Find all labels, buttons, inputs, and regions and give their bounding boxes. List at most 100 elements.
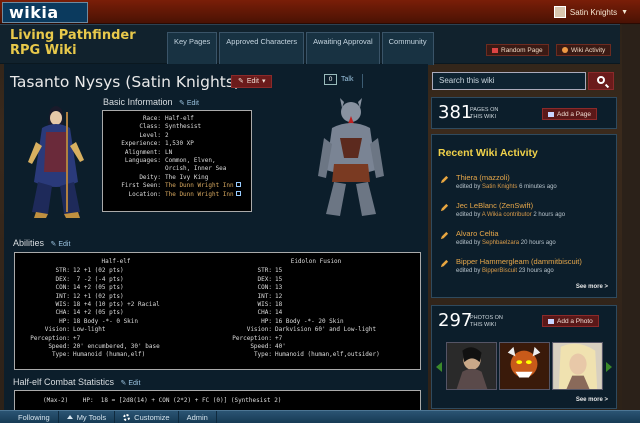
photo-thumbnail[interactable] [499,342,550,390]
stat-value: 12 +1 (02 pts) [73,292,124,300]
page-gutter [622,24,640,410]
stat-value: +7 [275,334,283,342]
photo-thumbnail[interactable] [552,342,603,390]
search-input[interactable]: Search this wiki [432,72,586,90]
stat-row: CHA: 14 [213,309,419,317]
activity-item: Thiera (mazzoli) edited by Satin Knights … [440,173,614,197]
info-row: Class: Synthesist [109,123,245,131]
activity-by: edited by [456,240,481,246]
stat-row: DEX: 15 [213,276,419,284]
activity-meta: edited by Satin Knights 6 minutes ago [456,184,557,190]
info-value: LN [165,148,173,156]
see-more-photos-link[interactable]: See more > [576,397,608,403]
random-page-button[interactable]: Random Page [486,44,549,56]
first-seen-link[interactable]: The Dunn Wright Inn [165,182,234,190]
stat-row: HP: 16 Body -*- 20 Skin [213,318,419,326]
eidolon-portrait-image [318,98,384,216]
combat-edit-link[interactable]: ✎ Edit [121,380,141,387]
stat-key: WIS: [257,301,272,309]
activity-user-link[interactable]: A Wikia contributor [482,212,532,218]
photo-thumbnail[interactable] [446,342,497,390]
info-key: Class: [139,123,161,131]
activity-user-link[interactable]: Sephbaelzara [482,240,519,246]
location-link[interactable]: The Dunn Wright Inn [165,191,234,199]
customize-button[interactable]: Customize [115,410,179,423]
pencil-icon [440,231,449,240]
chevron-up-icon [66,415,73,419]
abilities-heading-text: Abilities [13,238,45,248]
info-key: Level: [139,131,161,139]
activity-item: Bipper Hammergleam (dammitbiscuit) edited… [440,257,614,281]
stat-key: Perception: [30,334,70,342]
activity-user-link[interactable]: BipperBiscuit [482,268,517,274]
customize-label: Customize [134,412,170,422]
info-key: First Seen: [121,182,161,190]
edit-link-label[interactable]: Edit [128,380,140,387]
wikia-logo[interactable]: wikia [2,2,88,23]
avatar[interactable] [553,6,566,18]
edit-button[interactable]: ✎ Edit ▾ [231,75,273,88]
abilities-edit-link[interactable]: ✎ Edit [51,241,71,248]
activity-time: 2 hours ago [533,212,566,218]
stat-value: 18 [275,301,283,309]
chevron-down-icon[interactable]: ▾ [262,76,266,88]
activity-meta: edited by BipperBiscuit 23 hours ago [456,268,554,274]
talk-button[interactable]: 0 Talk [324,74,353,85]
basic-info-heading: Basic Information ✎ Edit [103,97,199,107]
stat-row: WIS: 18 [213,301,419,309]
activity-by: edited by [456,184,481,190]
info-key: Race: [142,115,161,122]
admin-button[interactable]: Admin [179,410,217,423]
user-menu[interactable]: Satin Knights ▼ [553,4,628,20]
tab-community[interactable]: Community [381,32,434,65]
divider [362,74,363,88]
my-tools-button[interactable]: My Tools [59,410,116,423]
admin-label: Admin [186,412,208,422]
recent-activity-module: Recent Wiki Activity Thiera (mazzoli) edi… [431,134,617,298]
stat-row: Speed: 40' [213,343,419,351]
pages-caption: PAGES ON THIS WIKI [470,107,498,120]
activity-title: Recent Wiki Activity [438,147,538,159]
add-photo-button[interactable]: Add a Photo [542,315,599,327]
pencil-icon [440,203,449,212]
user-name[interactable]: Satin Knights [570,8,617,17]
following-button[interactable]: Following [0,410,59,423]
activity-user-link[interactable]: Satin Knights [482,184,517,190]
basic-info-edit-link[interactable]: ✎ Edit [179,100,199,107]
edit-link-label[interactable]: Edit [187,100,199,107]
add-page-label: Add a Page [557,110,591,118]
photos-caption: PHOTOS ON THIS WIKI [470,315,503,328]
stat-value: Humanoid (human,elf,outsider) [275,351,380,359]
wiki-title[interactable]: Living Pathfinder RPG Wiki [10,28,170,58]
info-row: Race: Half-elf [109,115,245,123]
stat-key: Type: [253,351,272,359]
add-page-button[interactable]: Add a Page [542,108,597,120]
activity-by: edited by [456,268,481,274]
activity-page-link[interactable]: Thiera (mazzoli) [456,173,510,182]
activity-page-link[interactable]: Alvaro Celtia [456,229,499,238]
info-key: Location: [128,190,161,198]
stat-key: Speed: [48,343,70,351]
tab-awaiting-approval[interactable]: Awaiting Approval [306,32,380,65]
carousel-next-icon[interactable] [606,362,612,372]
talk-label[interactable]: Talk [341,76,353,83]
external-link-icon [235,182,241,188]
stat-key: HP: [261,317,272,325]
stat-row: WIS: 18 +4 (10 pts) +2 Racial [21,301,211,309]
activity-page-link[interactable]: Jec LeBlanc (ZenSwift) [456,201,533,210]
wiki-activity-button[interactable]: Wiki Activity [556,44,612,56]
info-value: The Ivy King [165,173,209,181]
carousel-prev-icon[interactable] [436,362,442,372]
stat-key: STR: [257,267,272,275]
random-page-label: Random Page [501,46,543,54]
tab-approved-characters[interactable]: Approved Characters [219,32,305,65]
tab-key-pages[interactable]: Key Pages [167,32,218,65]
see-more-link[interactable]: See more > [576,284,608,290]
combat-heading: Half-elf Combat Statistics ✎ Edit [13,377,140,387]
edit-link-label[interactable]: Edit [58,241,70,248]
chevron-down-icon[interactable]: ▼ [621,9,628,16]
search-button[interactable] [588,72,614,90]
global-top-bar: wikia Satin Knights ▼ [0,0,640,24]
eidolon-stats: Eidolon Fusion STR: 15 DEX: 15 CON: 13 INT: 12 W… [213,258,419,360]
activity-page-link[interactable]: Bipper Hammergleam (dammitbiscuit) [456,257,582,266]
